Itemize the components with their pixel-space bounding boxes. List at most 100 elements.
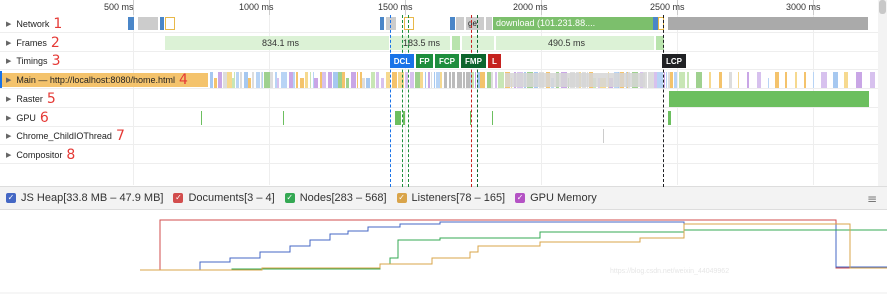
io-task[interactable] — [603, 129, 604, 143]
main-task-slice[interactable] — [398, 72, 404, 88]
main-task-slice[interactable] — [425, 72, 426, 88]
timing-marker-dcl[interactable]: DCL — [390, 54, 414, 68]
main-task-slice[interactable] — [480, 72, 485, 88]
main-task-slice[interactable] — [351, 72, 356, 88]
main-task-slice[interactable] — [491, 72, 493, 88]
main-task-slice[interactable] — [804, 72, 806, 88]
gpu-task[interactable] — [395, 111, 401, 125]
network-request[interactable] — [668, 17, 868, 30]
network-request[interactable] — [138, 17, 158, 30]
track-header[interactable]: ▶ Raster 5 — [0, 90, 56, 108]
scrollbar-thumb[interactable] — [879, 0, 886, 14]
main-task-slice[interactable] — [281, 72, 287, 88]
main-task-slice[interactable] — [463, 72, 465, 88]
main-task-slice[interactable] — [342, 72, 345, 88]
main-task-slice[interactable] — [310, 72, 311, 88]
raster-task[interactable] — [669, 91, 869, 107]
track-header[interactable]: ▶ Timings 3 — [0, 52, 60, 70]
main-task-slice[interactable] — [214, 78, 217, 88]
time-ruler[interactable]: 500 ms 1000 ms 1500 ms 2000 ms 2500 ms 3… — [0, 0, 887, 15]
network-request[interactable] — [386, 17, 396, 30]
main-task-slice[interactable] — [234, 72, 235, 88]
main-task-slice[interactable] — [256, 72, 260, 88]
main-task-slice[interactable] — [381, 78, 384, 88]
network-request[interactable] — [160, 17, 164, 30]
main-task-slice[interactable] — [719, 72, 722, 88]
main-task-slice[interactable] — [833, 72, 838, 88]
track-compositor[interactable]: ▶ Compositor 8 — [0, 146, 887, 164]
network-request[interactable] — [380, 17, 384, 30]
main-task-slice[interactable] — [410, 72, 414, 88]
gpu-task[interactable] — [283, 111, 284, 125]
network-request-download[interactable]: download (101.231.88.... — [493, 17, 653, 30]
checkbox-checked-icon[interactable]: ✓ — [515, 193, 526, 203]
main-task-slice[interactable] — [236, 72, 239, 88]
main-task-slice[interactable] — [452, 72, 455, 88]
main-task-slice[interactable] — [729, 72, 732, 88]
timing-marker-fmp[interactable]: FMP — [461, 54, 486, 68]
main-task-slice[interactable] — [498, 72, 504, 88]
network-request[interactable] — [165, 17, 175, 30]
expand-triangle-icon[interactable]: ▶ — [6, 76, 11, 84]
checkbox-checked-icon[interactable]: ✓ — [6, 193, 16, 203]
timing-marker-fp[interactable]: FP — [416, 54, 433, 68]
network-request-ge[interactable]: ge — [466, 17, 484, 30]
track-gpu[interactable]: ▶ GPU 6 — [0, 109, 887, 127]
network-request[interactable] — [404, 17, 414, 30]
legend-listeners[interactable]: ✓ Listeners[78 – 165] — [396, 192, 505, 204]
main-task-slice[interactable] — [305, 72, 308, 88]
timing-marker-l[interactable]: L — [488, 54, 501, 68]
main-task-slice[interactable] — [461, 72, 462, 88]
track-header[interactable]: ▶ GPU 6 — [0, 109, 49, 127]
main-task-slice[interactable] — [687, 72, 689, 88]
track-raster[interactable]: ▶ Raster 5 — [0, 90, 887, 108]
checkbox-checked-icon[interactable]: ✓ — [173, 193, 184, 203]
main-task-slice[interactable] — [296, 72, 298, 88]
main-task-slice[interactable] — [844, 72, 848, 88]
main-task-slice[interactable] — [300, 78, 304, 88]
main-task-slice[interactable] — [664, 72, 665, 88]
network-request[interactable] — [128, 17, 134, 30]
main-task-slice[interactable] — [362, 78, 365, 88]
main-task-slice[interactable] — [709, 72, 711, 88]
main-task-slice[interactable] — [440, 72, 442, 88]
main-task-slice[interactable] — [218, 72, 222, 88]
frame-block[interactable] — [462, 36, 494, 50]
main-task-slice[interactable] — [240, 72, 242, 88]
main-task-slice[interactable] — [856, 72, 862, 88]
main-task-slice[interactable] — [747, 72, 749, 88]
expand-triangle-icon[interactable]: ▶ — [6, 39, 11, 47]
main-task-slice[interactable] — [679, 72, 685, 88]
main-task-slice[interactable] — [738, 72, 739, 88]
track-header[interactable]: ▶ Chrome_ChildIOThread 7 — [0, 127, 125, 145]
main-task-slice[interactable] — [670, 72, 673, 88]
main-task-slice[interactable] — [768, 78, 769, 88]
expand-triangle-icon[interactable]: ▶ — [6, 132, 11, 140]
hamburger-icon[interactable]: ≡ — [867, 192, 877, 206]
main-task-slice[interactable] — [366, 78, 370, 88]
main-task-slice[interactable] — [696, 72, 702, 88]
frame-block[interactable] — [452, 36, 460, 50]
main-task-slice[interactable] — [757, 72, 761, 88]
memory-counters-graph[interactable] — [0, 210, 887, 301]
expand-triangle-icon[interactable]: ▶ — [6, 57, 11, 65]
legend-gpu-memory[interactable]: ✓ GPU Memory — [515, 192, 597, 204]
main-task-slice[interactable] — [392, 72, 397, 88]
main-task-slice[interactable] — [277, 78, 279, 88]
main-task-slice[interactable] — [248, 78, 251, 88]
checkbox-checked-icon[interactable]: ✓ — [396, 193, 407, 203]
timing-marker-lcp[interactable]: LCP — [662, 54, 686, 68]
legend-documents[interactable]: ✓ Documents[3 – 4] — [173, 192, 275, 204]
main-task-slice[interactable] — [821, 72, 827, 88]
legend-nodes[interactable]: ✓ Nodes[283 – 568] — [284, 192, 387, 204]
main-task-slice[interactable] — [420, 72, 423, 88]
main-task-slice[interactable] — [293, 72, 295, 88]
main-task-block[interactable] — [505, 73, 645, 87]
track-main[interactable]: ▶ Main — http://localhost:8080/home.html… — [0, 71, 887, 89]
main-task-slice[interactable] — [795, 72, 797, 88]
track-network[interactable]: ▶ Network 1 ge download (101.231.88.... — [0, 15, 887, 33]
track-frames[interactable]: ▶ Frames 2 834.1 ms 183.5 ms 490.5 ms — [0, 34, 887, 52]
legend-js-heap[interactable]: ✓ JS Heap[33.8 MB – 47.9 MB] — [6, 192, 163, 204]
main-task-slice[interactable] — [475, 72, 476, 88]
main-task-slice[interactable] — [666, 72, 667, 88]
